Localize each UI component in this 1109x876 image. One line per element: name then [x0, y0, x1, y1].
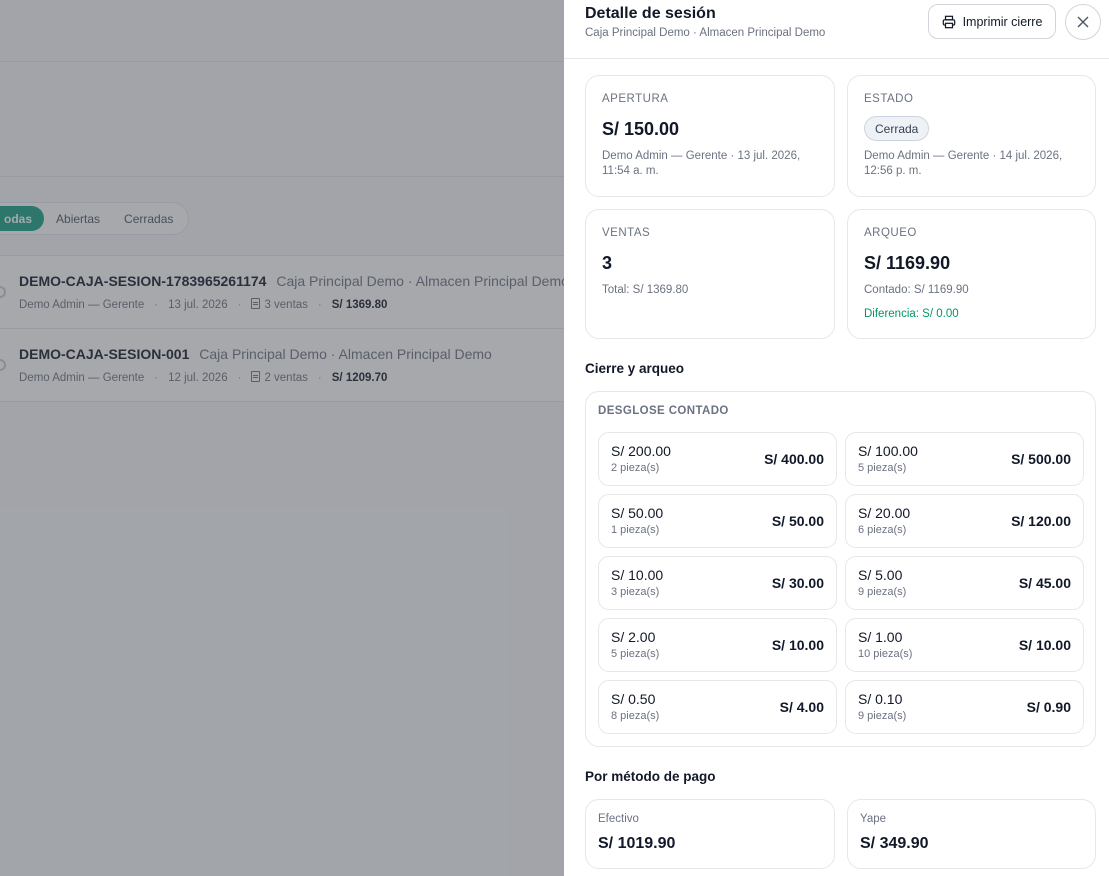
apertura-amount: S/ 150.00 — [602, 119, 680, 139]
drawer-header: Detalle de sesión Caja Principal Demo · … — [564, 0, 1109, 59]
payment-method-label: Efectivo — [598, 813, 639, 825]
denomination-pieces: 9 pieza(s) — [858, 710, 907, 722]
denomination-value: S/ 2.00 — [611, 629, 656, 645]
print-label: Imprimir cierre — [962, 14, 1043, 29]
denomination-item: S/ 2.00 5 pieza(s) S/ 10.00 — [598, 618, 837, 672]
denomination-item: S/ 1.00 10 pieza(s) S/ 10.00 — [845, 618, 1084, 672]
denomination-total: S/ 500.00 — [1011, 451, 1071, 467]
arqueo-amount: S/ 1169.90 — [864, 253, 951, 273]
denomination-pieces: 1 pieza(s) — [611, 524, 660, 536]
denomination-item: S/ 5.00 9 pieza(s) S/ 45.00 — [845, 556, 1084, 610]
denomination-item: S/ 10.00 3 pieza(s) S/ 30.00 — [598, 556, 837, 610]
close-button[interactable] — [1065, 4, 1101, 40]
status-badge: Cerrada — [864, 116, 930, 141]
denomination-value: S/ 1.00 — [858, 629, 903, 645]
payment-method-amount: S/ 349.90 — [860, 835, 929, 852]
denomination-total: S/ 0.90 — [1026, 699, 1071, 715]
denomination-total: S/ 10.00 — [771, 637, 824, 653]
denomination-value: S/ 0.50 — [611, 691, 656, 707]
denomination-value: S/ 50.00 — [611, 505, 664, 521]
denomination-value: S/ 200.00 — [611, 443, 671, 459]
denomination-value: S/ 5.00 — [858, 567, 903, 583]
ventas-card: VENTAS 3 Total: S/ 1369.80 — [585, 209, 835, 339]
denomination-total: S/ 30.00 — [771, 575, 824, 591]
payment-method-label: Yape — [860, 813, 887, 825]
close-icon — [1077, 16, 1089, 28]
modal-backdrop[interactable] — [0, 0, 564, 876]
denomination-value: S/ 100.00 — [858, 443, 918, 459]
denomination-total: S/ 10.00 — [1018, 637, 1071, 653]
denomination-total: S/ 45.00 — [1018, 575, 1071, 591]
denomination-item: S/ 20.00 6 pieza(s) S/ 120.00 — [845, 494, 1084, 548]
drawer-title: Detalle de sesión — [585, 5, 716, 22]
apertura-detail: Demo Admin — Gerente · 13 jul. 2026, 11:… — [602, 150, 801, 177]
denomination-pieces: 5 pieza(s) — [858, 462, 907, 474]
payments-section-title: Por método de pago — [585, 769, 716, 784]
denomination-pieces: 10 pieza(s) — [858, 648, 913, 660]
denomination-pieces: 2 pieza(s) — [611, 462, 660, 474]
print-closing-button[interactable]: Imprimir cierre — [928, 4, 1056, 39]
denomination-pieces: 9 pieza(s) — [858, 586, 907, 598]
ventas-label: VENTAS — [602, 227, 651, 239]
breakdown-title: DESGLOSE CONTADO — [598, 405, 729, 417]
ventas-total: Total: S/ 1369.80 — [602, 284, 689, 296]
denomination-item: S/ 0.50 8 pieza(s) S/ 4.00 — [598, 680, 837, 734]
estado-detail: Demo Admin — Gerente · 14 jul. 2026, 12:… — [864, 150, 1063, 177]
arqueo-label: ARQUEO — [864, 227, 917, 239]
denomination-value: S/ 0.10 — [858, 691, 903, 707]
denomination-value: S/ 20.00 — [858, 505, 911, 521]
apertura-card: APERTURA S/ 150.00 Demo Admin — Gerente … — [585, 75, 835, 197]
denomination-pieces: 8 pieza(s) — [611, 710, 660, 722]
denomination-pieces: 6 pieza(s) — [858, 524, 907, 536]
payment-method-amount: S/ 1019.90 — [598, 835, 676, 852]
estado-card: ESTADO Cerrada Demo Admin — Gerente · 14… — [847, 75, 1096, 197]
denomination-pieces: 5 pieza(s) — [611, 648, 660, 660]
denomination-total: S/ 4.00 — [779, 699, 824, 715]
printer-icon — [942, 15, 955, 28]
payment-method-card: Yape S/ 349.90 — [847, 799, 1096, 869]
denomination-total: S/ 120.00 — [1011, 513, 1071, 529]
cash-breakdown: DESGLOSE CONTADO S/ 200.00 2 pieza(s) S/… — [585, 391, 1096, 747]
denomination-item: S/ 100.00 5 pieza(s) S/ 500.00 — [845, 432, 1084, 486]
denomination-value: S/ 10.00 — [611, 567, 664, 583]
arqueo-diferencia: Diferencia: S/ 0.00 — [864, 308, 959, 320]
session-detail-drawer: Detalle de sesión Caja Principal Demo · … — [564, 0, 1109, 876]
apertura-label: APERTURA — [602, 93, 669, 105]
denomination-item: S/ 200.00 2 pieza(s) S/ 400.00 — [598, 432, 837, 486]
ventas-count: 3 — [602, 253, 613, 273]
payment-method-card: Efectivo S/ 1019.90 — [585, 799, 835, 869]
denomination-item: S/ 0.10 9 pieza(s) S/ 0.90 — [845, 680, 1084, 734]
denomination-item: S/ 50.00 1 pieza(s) S/ 50.00 — [598, 494, 837, 548]
arqueo-card: ARQUEO S/ 1169.90 Contado: S/ 1169.90 Di… — [847, 209, 1096, 339]
denomination-total: S/ 50.00 — [771, 513, 824, 529]
denomination-pieces: 3 pieza(s) — [611, 586, 660, 598]
arqueo-contado: Contado: S/ 1169.90 — [864, 284, 969, 296]
drawer-subtitle: Caja Principal Demo · Almacen Principal … — [585, 27, 826, 39]
cierre-section-title: Cierre y arqueo — [585, 361, 685, 376]
denomination-total: S/ 400.00 — [764, 451, 824, 467]
estado-label: ESTADO — [864, 93, 914, 105]
